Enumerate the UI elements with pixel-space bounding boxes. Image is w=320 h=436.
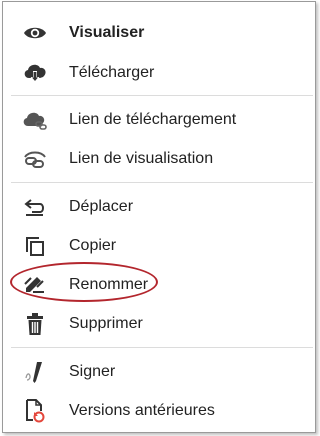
cloud-download-icon [22, 61, 48, 85]
menu-item-label: Lien de téléchargement [69, 111, 237, 128]
menu-item-label: Signer [69, 363, 116, 380]
copy-icon [22, 234, 48, 258]
file-history-icon [22, 399, 48, 423]
menu-item-telecharger[interactable]: Télécharger [3, 56, 315, 90]
menu-item-lien-visualisation[interactable]: Lien de visualisation [3, 142, 315, 176]
menu-item-visualiser[interactable]: Visualiser [3, 16, 315, 50]
signature-pen-icon [22, 360, 48, 384]
menu-separator [11, 95, 313, 96]
menu-item-label: Versions antérieures [69, 402, 215, 419]
menu-item-label: Supprimer [69, 315, 143, 332]
highlight-annotation-ring [10, 262, 158, 302]
move-arrow-icon [22, 195, 48, 219]
menu-separator [11, 347, 313, 348]
menu-item-label: Lien de visualisation [69, 150, 214, 167]
menu-item-label: Télécharger [69, 64, 155, 81]
trash-icon [22, 312, 48, 336]
cloud-link-icon [22, 108, 48, 132]
menu-separator [11, 182, 313, 183]
menu-item-lien-telechargement[interactable]: Lien de téléchargement [3, 103, 315, 137]
menu-item-deplacer[interactable]: Déplacer [3, 190, 315, 224]
menu-item-label: Déplacer [69, 198, 134, 215]
menu-item-label: Visualiser [69, 24, 145, 41]
menu-item-label: Copier [69, 237, 117, 254]
eye-icon [22, 21, 48, 45]
menu-item-copier[interactable]: Copier [3, 229, 315, 263]
menu-item-versions-anterieures[interactable]: Versions antérieures [3, 394, 315, 428]
eye-link-icon [22, 147, 48, 171]
menu-item-signer[interactable]: Signer [3, 355, 315, 389]
context-menu: Visualiser Télécharger Lien de télécharg… [2, 1, 316, 433]
menu-item-supprimer[interactable]: Supprimer [3, 307, 315, 341]
